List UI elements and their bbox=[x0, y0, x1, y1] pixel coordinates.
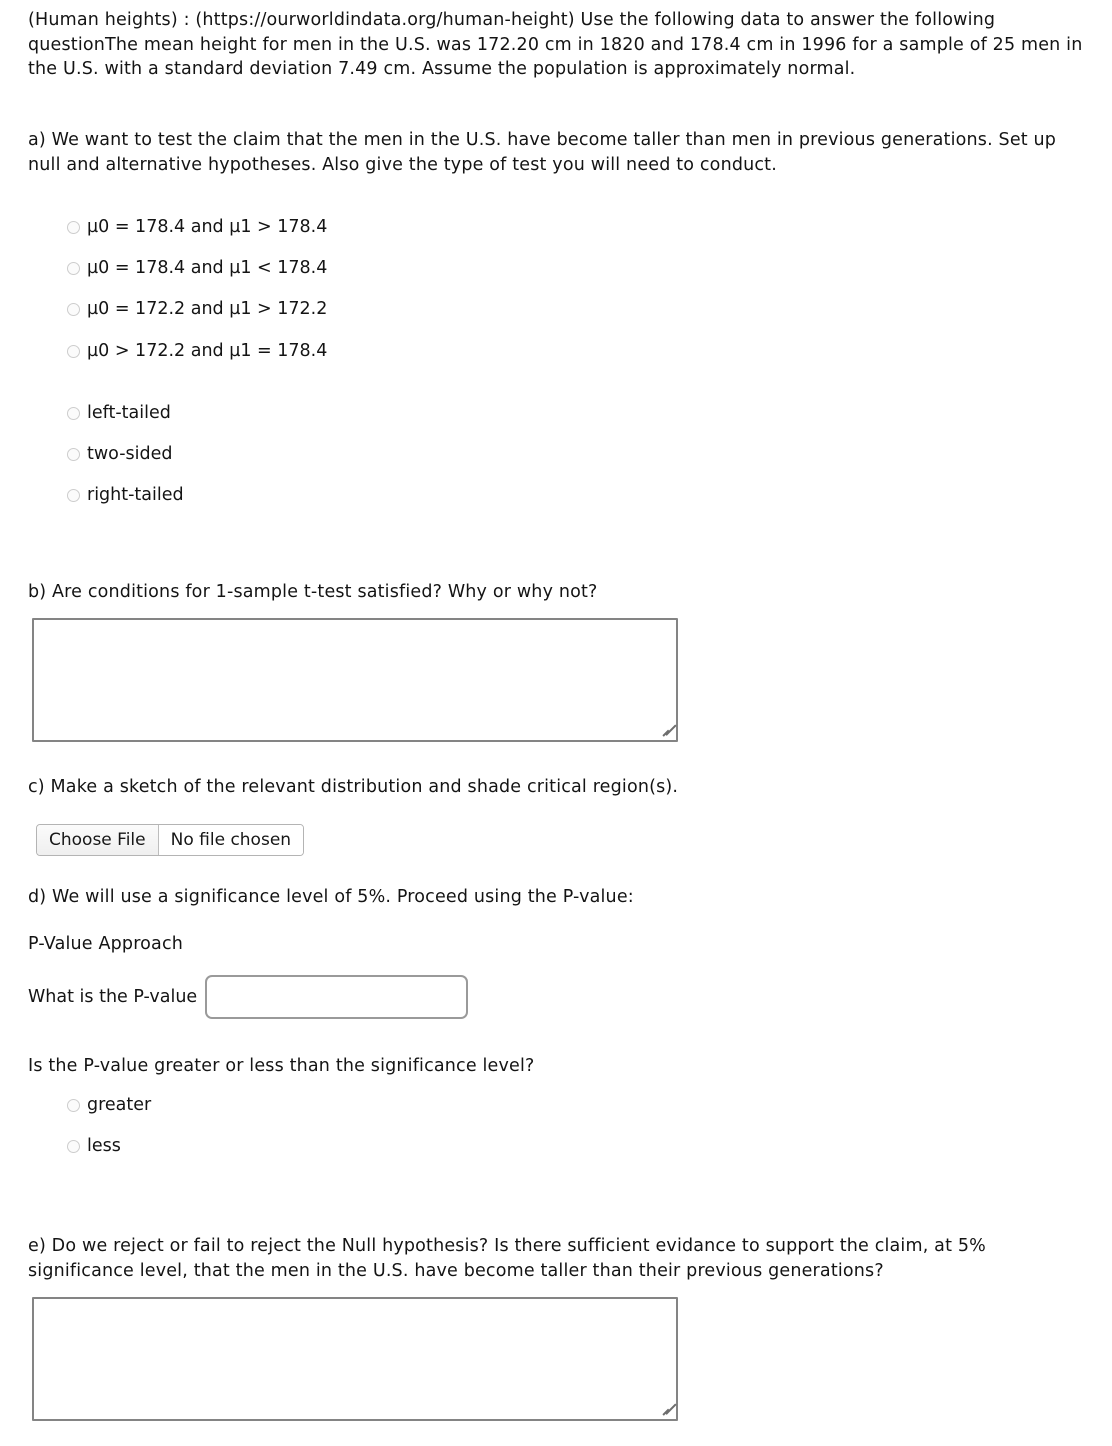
pvalue-option-1-label: greater bbox=[87, 1095, 152, 1115]
question-b-text: b) Are conditions for 1-sample t-test sa… bbox=[28, 582, 598, 602]
radio-icon[interactable] bbox=[67, 344, 80, 358]
radio-icon[interactable] bbox=[67, 447, 80, 461]
answer-textarea-e[interactable] bbox=[32, 1297, 678, 1421]
resize-handle-icon[interactable] bbox=[657, 1401, 676, 1417]
pvalue-option-less[interactable]: less bbox=[67, 1136, 121, 1156]
question-a-text: a) We want to test the claim that the me… bbox=[28, 130, 1057, 175]
tail-option-2-label: two-sided bbox=[87, 444, 173, 464]
hypothesis-option-4[interactable]: µ0 > 172.2 and µ1 = 178.4 bbox=[67, 341, 327, 361]
answer-textarea-b[interactable] bbox=[32, 618, 678, 742]
tail-option-left-tailed[interactable]: left-tailed bbox=[67, 403, 171, 423]
radio-icon[interactable] bbox=[67, 406, 80, 420]
hypothesis-option-4-label: µ0 > 172.2 and µ1 = 178.4 bbox=[87, 341, 328, 361]
pvalue-input-label: What is the P-value bbox=[28, 987, 198, 1007]
pvalue-option-greater[interactable]: greater bbox=[67, 1095, 151, 1115]
radio-icon[interactable] bbox=[67, 488, 80, 502]
choose-file-button[interactable]: Choose File bbox=[37, 825, 159, 855]
hypothesis-option-3[interactable]: µ0 = 172.2 and µ1 > 172.2 bbox=[67, 299, 327, 319]
pvalue-answer-row: What is the P-value bbox=[28, 975, 469, 1019]
pvalue-compare-question: Is the P-value greater or less than the … bbox=[28, 1056, 535, 1076]
tail-option-two-sided[interactable]: two-sided bbox=[67, 444, 172, 464]
hypothesis-option-1-label: µ0 = 178.4 and µ1 > 178.4 bbox=[87, 217, 328, 237]
question-c-text: c) Make a sketch of the relevant distrib… bbox=[28, 777, 679, 797]
radio-icon[interactable] bbox=[67, 261, 80, 275]
file-upload-input[interactable]: Choose File No file chosen bbox=[36, 824, 305, 856]
question-d-text: d) We will use a significance level of 5… bbox=[28, 887, 634, 907]
pvalue-option-2-label: less bbox=[87, 1136, 121, 1156]
file-status-text: No file chosen bbox=[158, 825, 304, 855]
radio-icon[interactable] bbox=[67, 1098, 80, 1112]
hypothesis-option-3-label: µ0 = 172.2 and µ1 > 172.2 bbox=[87, 299, 328, 319]
hypothesis-option-2-label: µ0 = 178.4 and µ1 < 178.4 bbox=[87, 258, 328, 278]
hypothesis-option-2[interactable]: µ0 = 178.4 and µ1 < 178.4 bbox=[67, 258, 327, 278]
tail-option-1-label: left-tailed bbox=[87, 403, 171, 423]
question-e-text: e) Do we reject or fail to reject the Nu… bbox=[28, 1236, 986, 1281]
pvalue-approach-heading: P-Value Approach bbox=[28, 934, 184, 954]
tail-option-right-tailed[interactable]: right-tailed bbox=[67, 485, 184, 505]
resize-handle-icon[interactable] bbox=[657, 722, 676, 738]
hypothesis-option-1[interactable]: µ0 = 178.4 and µ1 > 178.4 bbox=[67, 217, 327, 237]
intro-paragraph: (Human heights) : (https://ourworldindat… bbox=[28, 10, 1083, 79]
pvalue-input[interactable] bbox=[205, 975, 469, 1019]
radio-icon[interactable] bbox=[67, 1139, 80, 1153]
worksheet-page: (Human heights) : (https://ourworldindat… bbox=[0, 0, 1112, 1446]
tail-option-3-label: right-tailed bbox=[87, 485, 184, 505]
radio-icon[interactable] bbox=[67, 220, 80, 234]
radio-icon[interactable] bbox=[67, 302, 80, 316]
